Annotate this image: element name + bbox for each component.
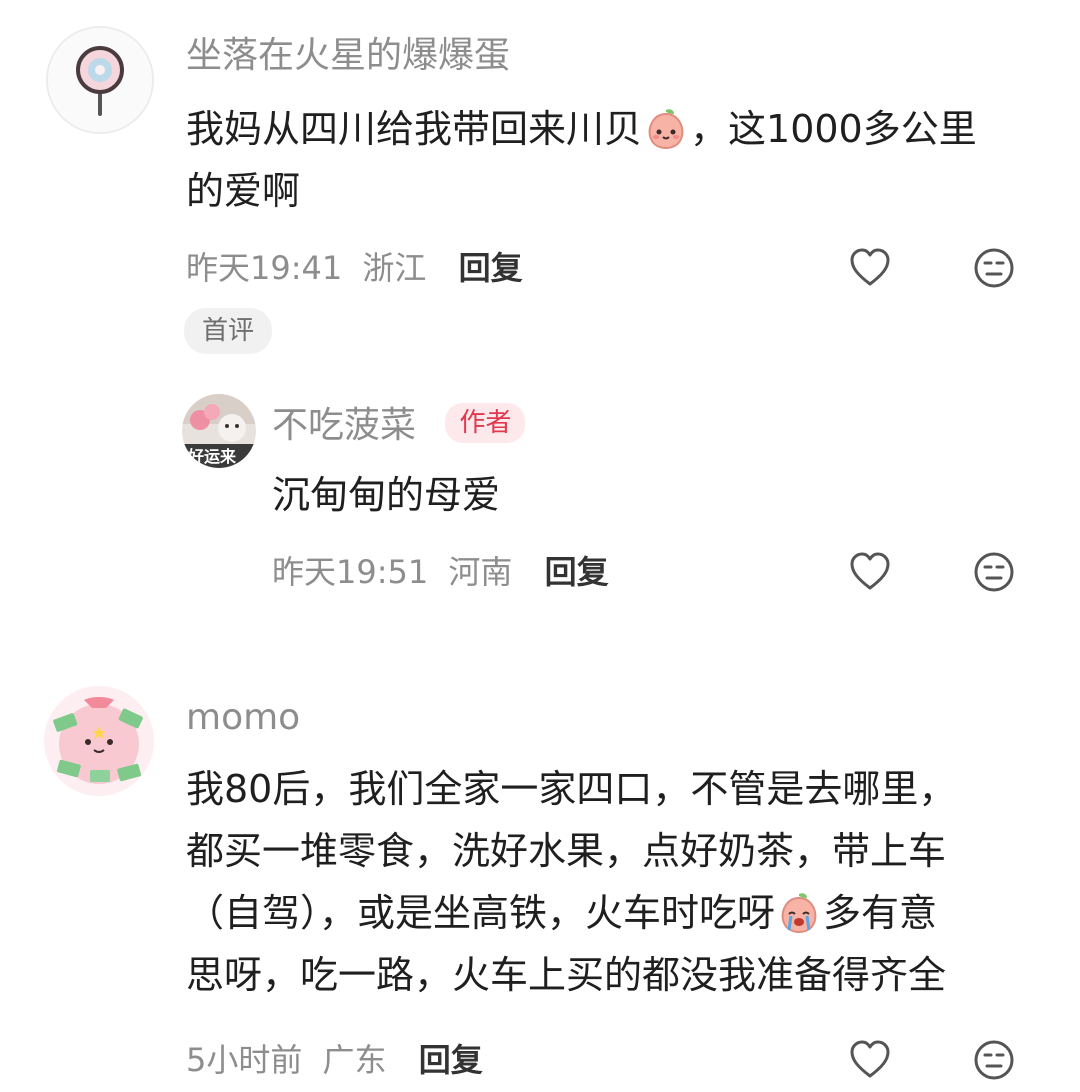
comment-location: 浙江 [362,249,427,287]
comment-meta: 昨天19:41 浙江 回复 [186,248,523,288]
meh-face-icon[interactable] [972,1038,1016,1082]
reply-meta: 昨天19:51 河南 回复 [272,552,609,592]
comment-text: 我妈从四川给我带回来川贝 ，这1000多公里 的爱啊 [186,98,1056,222]
author-badge: 作者 [445,403,526,443]
avatar-text: 好运来 [187,447,237,466]
first-comment-tag: 首评 [184,308,273,354]
lollipop-avatar-icon [48,28,152,132]
reply-username-row: 不吃菠菜 作者 [272,403,526,448]
reply-button[interactable]: 回复 [419,1041,483,1079]
reply-button[interactable]: 回复 [459,249,523,287]
avatar[interactable] [44,686,154,796]
comment-item: 坐落在火星的爆爆蛋 我妈从四川给我带回来川贝 ，这1000多公里 的爱啊 昨天1… [0,0,1080,380]
peach-money-avatar-icon [44,686,154,796]
comment-time: 5小时前 [186,1041,303,1079]
reply-avatar[interactable]: 好运来 [182,394,256,468]
username[interactable]: 坐落在火星的爆爆蛋 [186,34,510,78]
heart-outline-icon[interactable] [848,550,892,594]
avatar[interactable] [46,26,154,134]
avatar-image: 好运来 [182,394,256,468]
username[interactable]: momo [186,696,300,740]
meh-face-icon[interactable] [972,246,1016,290]
reply-time: 昨天19:51 [272,553,429,591]
username[interactable]: 不吃菠菜 [272,405,416,446]
comment-meta: 5小时前 广东 回复 [186,1040,483,1080]
comment-location: 广东 [322,1041,387,1079]
crying-peach-emoji [781,893,817,934]
comment-text-part: 我妈从四川给我带回来川贝 [186,107,643,151]
meh-face-icon[interactable] [972,550,1016,594]
heart-outline-icon[interactable] [848,246,892,290]
heart-outline-icon[interactable] [848,1038,892,1082]
reply-button[interactable]: 回复 [545,553,609,591]
reply-text: 沉甸甸的母爱 [272,473,501,517]
comment-item: momo 我80后，我们全家一家四口，不管是去哪里， 都买一堆零食，洗好水果，点… [0,680,1080,1092]
reply-location: 河南 [448,553,513,591]
reply-item: 好运来 不吃菠菜 作者 沉甸甸的母爱 昨天19:51 河南 回复 [0,380,1080,620]
peach-face-emoji [648,109,684,150]
comment-text: 我80后，我们全家一家四口，不管是去哪里， 都买一堆零食，洗好水果，点好奶茶，带… [186,758,1066,1006]
comment-time: 昨天19:41 [186,249,343,287]
